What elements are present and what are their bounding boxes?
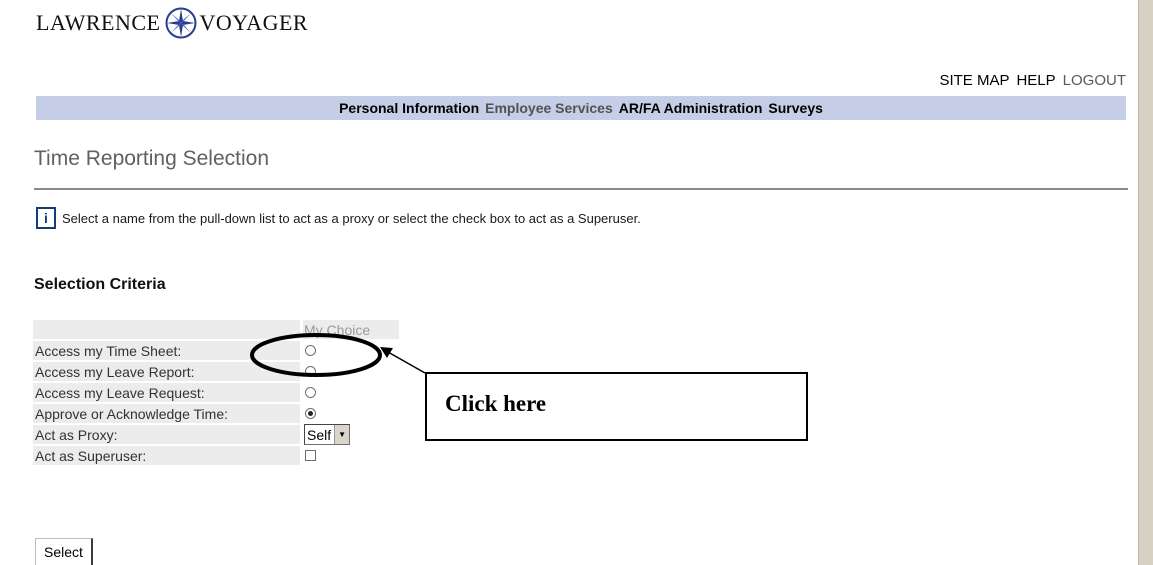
table-row: Access my Leave Request: [33,383,399,402]
table-row: Approve or Acknowledge Time: [33,404,399,423]
row-label-leave-report: Access my Leave Report: [33,362,300,381]
row-label-act-as-proxy: Act as Proxy: [33,425,300,444]
approve-time-radio[interactable] [305,408,316,419]
leave-report-radio[interactable] [305,366,316,377]
leave-request-radio[interactable] [305,387,316,398]
header-label-cell [33,320,300,339]
table-row: Act as Proxy: Self ▼ [33,424,399,445]
logo-word-voyager: VOYAGER [199,10,309,35]
info-text: Select a name from the pull-down list to… [62,210,641,226]
site-map-link[interactable]: SITE MAP [939,72,1009,89]
nav-surveys[interactable]: Surveys [768,100,822,116]
nav-arfa-administration[interactable]: AR/FA Administration [619,100,763,116]
logo: LAWRENCE VOYAGER [36,6,308,40]
scrollbar[interactable] [1138,0,1153,565]
callout-text: Click here [445,390,547,416]
info-message: i Select a name from the pull-down list … [36,206,641,230]
table-row: Act as Superuser: [33,446,399,465]
table-row: Access my Leave Report: [33,362,399,381]
logo-word-lawrence: LAWRENCE [36,10,161,35]
row-label-leave-request: Access my Leave Request: [33,383,300,402]
selection-criteria-table: My Choice Access my Time Sheet: Access m… [33,320,399,467]
section-heading: Selection Criteria [34,276,166,293]
proxy-select[interactable]: Self ▼ [304,424,351,445]
superuser-checkbox[interactable] [305,450,316,461]
logout-link[interactable]: LOGOUT [1063,72,1126,89]
page-title: Time Reporting Selection [34,147,269,170]
select-button[interactable]: Select [35,538,93,565]
nav-personal-information[interactable]: Personal Information [339,100,479,116]
callout-box: Click here [425,372,808,441]
help-link[interactable]: HELP [1016,72,1055,89]
utility-nav: SITE MAP HELP LOGOUT [939,72,1126,89]
compass-star-icon [165,7,197,39]
row-label-act-as-superuser: Act as Superuser: [33,446,300,465]
main-nav: Personal Information Employee Services A… [36,96,1126,120]
title-divider [34,188,1128,190]
column-header-my-choice: My Choice [303,320,399,339]
proxy-select-value: Self [307,426,332,443]
info-icon: i [36,207,56,229]
time-sheet-radio[interactable] [305,345,316,356]
nav-employee-services[interactable]: Employee Services [485,100,613,116]
row-label-approve-time: Approve or Acknowledge Time: [33,404,300,423]
row-label-time-sheet: Access my Time Sheet: [33,341,300,360]
table-row: Access my Time Sheet: [33,341,399,360]
chevron-down-icon[interactable]: ▼ [334,425,350,444]
table-header-row: My Choice [33,320,399,339]
